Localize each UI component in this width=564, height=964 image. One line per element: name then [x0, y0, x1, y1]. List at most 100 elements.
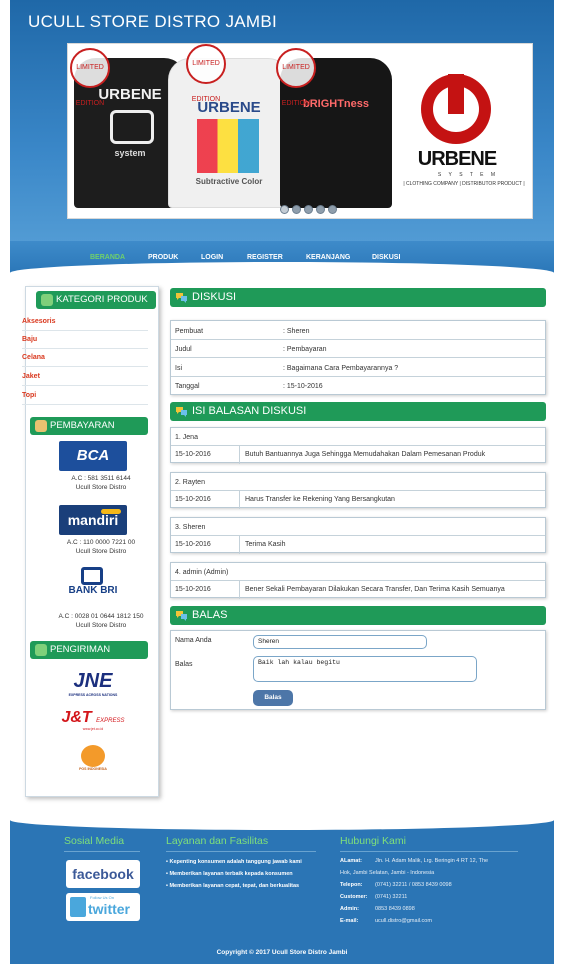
footer: Sosial Media facebook Follow Us On twitt…	[10, 820, 554, 964]
layanan-text: Memberikan layanan terbaik kepada konsum…	[169, 871, 293, 877]
discussion-icon	[176, 407, 187, 417]
category-icon	[41, 294, 53, 306]
nav-login[interactable]: LOGIN	[201, 254, 223, 261]
color-print-graphic	[197, 119, 259, 173]
copyright: Copyright © 2017 Ucull Store Distro Jamb…	[216, 949, 348, 956]
slider-dots	[280, 205, 337, 214]
sidebar: KATEGORI PRODUK Aksesoris Baju Celana Ja…	[22, 286, 159, 797]
nav-register[interactable]: REGISTER	[247, 254, 283, 261]
slider-dot[interactable]	[316, 205, 325, 214]
reply-textarea[interactable]: Baik lah kalau begitu	[253, 656, 477, 682]
col-divider	[239, 490, 240, 509]
jnt-url: www.jet.co.id	[82, 727, 104, 731]
mandiri-account-number: A.C : 110 0000 7221 00	[66, 539, 136, 546]
kategori-header: KATEGORI PRODUK	[36, 291, 156, 309]
category-link[interactable]: Jaket	[22, 373, 40, 380]
reply-card: 3. Sheren 15-10-2016 Terima Kasih	[170, 517, 546, 554]
bri-account-holder: Ucull Store Distro	[75, 622, 127, 629]
nav-keranjang[interactable]: KERANJANG	[306, 254, 350, 261]
banner-logo-text: URBENE	[417, 148, 497, 170]
reply-card: 2. Rayten 15-10-2016 Harus Transfer ke Re…	[170, 472, 546, 509]
reply-author: 2. Rayten	[175, 479, 205, 486]
reply-label: Balas	[175, 661, 193, 668]
shirt-2-sub: Subtractive Color	[195, 177, 263, 186]
site-frame: UCULL STORE DISTRO JAMBI URBENE system U…	[10, 0, 554, 964]
pengiriman-title: PENGIRIMAN	[50, 644, 111, 655]
bri-account-number: A.C : 0028 01 0644 1812 150	[58, 613, 144, 620]
reply-text: Terima Kasih	[245, 541, 286, 548]
wallet-icon	[35, 420, 47, 432]
category-link[interactable]: Baju	[22, 336, 37, 343]
contact-email[interactable]: ucull.distro@gmail.com	[375, 918, 432, 924]
camera-icon	[110, 110, 154, 144]
category-link[interactable]: Topi	[22, 392, 36, 399]
banner-slider[interactable]: URBENE system URBENE Subtractive Color b…	[67, 43, 533, 219]
row-divider	[171, 339, 545, 340]
slider-dot[interactable]	[304, 205, 313, 214]
category-link[interactable]: Celana	[22, 354, 45, 361]
name-input[interactable]: Sheren	[253, 635, 427, 649]
reply-text: Bener Sekali Pembayaran Dilakukan Secara…	[245, 586, 505, 593]
nav-produk[interactable]: PRODUK	[148, 254, 178, 261]
banner-logo-tagline: | CLOTHING COMPANY | DISTRIBUTOR PRODUCT…	[403, 181, 525, 187]
balas-title: BALAS	[192, 609, 228, 621]
mandiri-logo: mandiri	[59, 505, 127, 535]
bri-mark-icon	[81, 567, 103, 585]
bca-account-holder: Ucull Store Distro	[75, 484, 127, 491]
pengiriman-header: PENGIRIMAN	[30, 641, 148, 659]
diskusi-header: DISKUSI	[170, 288, 546, 307]
contact-label: E-mail:	[340, 918, 359, 924]
mandiri-logo-text: mandiri	[67, 512, 119, 528]
pembayaran-header: PEMBAYARAN	[30, 417, 148, 435]
layanan-item: • Kepenting konsumen adalah tanggung jaw…	[166, 859, 302, 865]
layanan-text: Kepenting konsumen adalah tanggung jawab…	[169, 859, 302, 865]
category-link[interactable]: Aksesoris	[22, 318, 55, 325]
nav-diskusi[interactable]: DISKUSI	[372, 254, 400, 261]
contact-value: (0741) 32211 / 0853 8439 0098	[375, 882, 452, 888]
category-divider	[22, 330, 148, 331]
facebook-button[interactable]: facebook	[66, 860, 140, 888]
row-divider	[171, 357, 545, 358]
content-area: KATEGORI PRODUK Aksesoris Baju Celana Ja…	[10, 273, 554, 820]
jnt-express-text: EXPRESS	[96, 718, 125, 724]
limited-badge: LIMITED EDITION	[70, 48, 110, 107]
reply-date: 15-10-2016	[175, 451, 211, 458]
twitter-button[interactable]: Follow Us On twitter	[66, 893, 140, 921]
submit-reply-button[interactable]: Balas	[253, 690, 293, 706]
category-divider	[22, 404, 148, 405]
col-divider	[239, 445, 240, 464]
hubungi-title: Hubungi Kami	[340, 835, 406, 847]
category-divider	[22, 366, 148, 367]
nav-beranda[interactable]: BERANDA	[90, 254, 125, 261]
detail-label: Isi	[175, 365, 182, 372]
reply-text: Harus Transfer ke Rekening Yang Bersangk…	[245, 496, 395, 503]
slider-dot[interactable]	[280, 205, 289, 214]
mandiri-account-holder: Ucull Store Distro	[75, 548, 127, 555]
bca-account: A.C : 581 3511 6144 Ucull Store Distro	[46, 474, 156, 492]
jnt-logo-text: J&T	[61, 709, 92, 726]
slider-dot[interactable]	[292, 205, 301, 214]
balasan-header: ISI BALASAN DISKUSI	[170, 402, 546, 421]
footer-divider	[340, 851, 518, 852]
reply-card: 1. Jena 15-10-2016 Butuh Bantuannya Juga …	[170, 427, 546, 464]
contact-value: Jln. H. Adam Malik, Lrg. Beringin 4 RT 1…	[375, 858, 489, 864]
mandiri-account: A.C : 110 0000 7221 00 Ucull Store Distr…	[46, 538, 156, 556]
contact-value: (0741) 32211	[375, 894, 408, 900]
bca-logo: BCA	[59, 441, 127, 471]
detail-label: Pembuat	[175, 328, 204, 335]
slider-dot[interactable]	[328, 205, 337, 214]
layanan-title: Layanan dan Fasilitas	[166, 835, 269, 847]
banner-logo-sub: S Y S T E M	[437, 172, 499, 178]
contact-label: Admin:	[340, 906, 359, 912]
bca-logo-text: BCA	[76, 447, 110, 464]
row-divider	[171, 580, 545, 581]
banner-shirt-2: URBENE Subtractive Color	[168, 58, 290, 208]
social-title: Sosial Media	[64, 835, 125, 847]
balasan-title: ISI BALASAN DISKUSI	[192, 405, 307, 417]
site-title[interactable]: UCULL STORE DISTRO JAMBI	[28, 12, 277, 32]
shipping-icon	[35, 644, 47, 656]
col-divider	[239, 535, 240, 554]
balas-header: BALAS	[170, 606, 546, 625]
category-divider	[22, 348, 148, 349]
pos-indonesia-logo: POS INDONESIA	[70, 745, 116, 779]
